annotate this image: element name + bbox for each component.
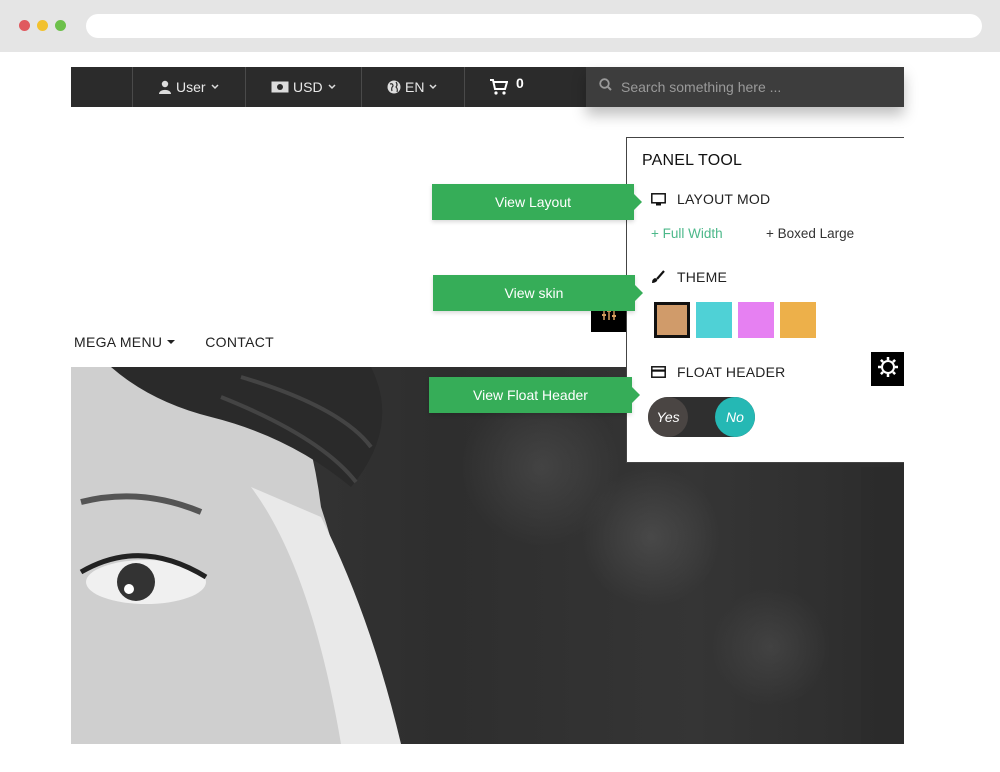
search-bar: [586, 67, 904, 107]
view-skin-callout: View skin: [433, 275, 643, 311]
browser-chrome: [0, 0, 1000, 52]
layout-mod-heading: LAYOUT MOD: [651, 191, 770, 207]
money-icon: [271, 81, 289, 93]
view-layout-callout: View Layout: [432, 184, 642, 220]
user-label: User: [176, 79, 206, 95]
search-icon: [599, 78, 612, 96]
chevron-down-icon: [211, 84, 219, 90]
theme-swatch-tan[interactable]: [654, 302, 690, 338]
minimize-window-dot[interactable]: [37, 20, 48, 31]
globe-icon: [387, 80, 401, 94]
theme-swatch-pink[interactable]: [738, 302, 774, 338]
user-menu[interactable]: User: [132, 67, 245, 107]
full-width-option[interactable]: + Full Width: [651, 226, 723, 241]
user-icon: [158, 80, 172, 94]
chevron-down-icon: [328, 84, 336, 90]
settings-button[interactable]: [871, 352, 904, 386]
currency-menu[interactable]: USD: [245, 67, 361, 107]
cart-icon: [490, 79, 508, 95]
cart-button[interactable]: 0: [464, 67, 586, 107]
float-header-toggle[interactable]: Yes No: [648, 397, 755, 437]
toggle-yes[interactable]: Yes: [648, 397, 688, 437]
caret-down-icon: [167, 340, 176, 344]
card-icon: [651, 366, 669, 378]
nav-item-label: MEGA MENU: [74, 334, 163, 350]
theme-swatch-orange[interactable]: [780, 302, 816, 338]
search-input[interactable]: [621, 79, 901, 95]
boxed-large-option[interactable]: + Boxed Large: [766, 226, 854, 241]
address-bar[interactable]: [86, 14, 982, 38]
float-header-label: FLOAT HEADER: [677, 364, 786, 380]
language-label: EN: [405, 79, 425, 95]
float-header-heading: FLOAT HEADER: [651, 364, 785, 380]
toggle-no[interactable]: No: [715, 397, 755, 437]
nav-item-contact[interactable]: CONTACT: [205, 334, 274, 350]
panel-tool: PANEL TOOL LAYOUT MOD + Full Width + Box…: [626, 137, 904, 463]
theme-swatch-cyan[interactable]: [696, 302, 732, 338]
cart-count: 0: [516, 75, 524, 91]
theme-heading: THEME: [651, 269, 727, 285]
panel-title: PANEL TOOL: [642, 152, 743, 169]
theme-label: THEME: [677, 269, 727, 285]
currency-label: USD: [293, 79, 323, 95]
close-window-dot[interactable]: [19, 20, 30, 31]
gear-icon: [877, 356, 899, 383]
main-nav: MEGA MENU CONTACT: [74, 334, 274, 350]
maximize-window-dot[interactable]: [55, 20, 66, 31]
nav-item-label: CONTACT: [205, 334, 274, 350]
monitor-icon: [651, 192, 669, 206]
nav-item-mega-menu[interactable]: MEGA MENU: [74, 334, 176, 350]
view-float-header-callout: View Float Header: [429, 377, 640, 413]
paintbrush-icon: [651, 270, 669, 284]
layout-mod-label: LAYOUT MOD: [677, 191, 771, 207]
chevron-down-icon: [429, 84, 437, 90]
language-menu[interactable]: EN: [361, 67, 464, 107]
